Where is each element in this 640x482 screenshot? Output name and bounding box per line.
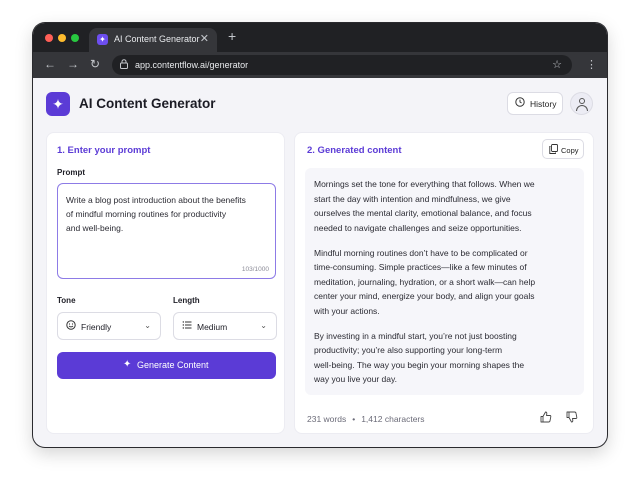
thumbs-up-icon[interactable]	[540, 411, 552, 426]
browser-toolbar: ← → ↻ app.contentflow.ai/generator ☆ ⋮	[33, 52, 607, 78]
tab-close-icon[interactable]: ✕	[200, 32, 209, 45]
text-line: By investing in a mindful start, you’re …	[314, 330, 517, 341]
generate-label: Generate Content	[137, 360, 209, 370]
length-select[interactable]: Medium ⌄	[173, 312, 277, 340]
chevron-down-icon: ⌄	[144, 321, 151, 330]
avatar[interactable]	[570, 92, 593, 115]
output-section-title: 2. Generated content	[307, 145, 402, 156]
text-line: needed to navigate challenges and seize …	[314, 222, 522, 233]
text-line: time-consuming. Simple practices—like a …	[314, 262, 527, 272]
kebab-menu-icon[interactable]: ⋮	[586, 58, 597, 71]
length-label: Length	[173, 296, 200, 305]
browser-window: ✦ AI Content Generator ✕ + ← → ↻ app.con…	[33, 23, 607, 447]
text-line: productivity; you’re also supporting you…	[314, 345, 503, 355]
tone-value: Friendly	[81, 322, 112, 332]
prompt-line: and well-being.	[66, 223, 124, 233]
star-icon[interactable]: ☆	[552, 58, 562, 71]
text-line: start the day with intention and mindful…	[314, 193, 511, 204]
tone-select[interactable]: Friendly ⌄	[57, 312, 161, 340]
text-line: ourselves the mental clarity, emotional …	[314, 208, 532, 218]
user-icon-body	[576, 105, 588, 111]
tab-bar: ✦ AI Content Generator ✕ +	[33, 23, 607, 52]
arrow-left-icon[interactable]: ←	[44, 57, 56, 71]
generated-content-box: Mornings set the tone for everything tha…	[305, 168, 584, 395]
character-count: 1,412 characters	[361, 414, 425, 424]
word-count: 231 words	[307, 414, 347, 424]
clock-icon	[515, 97, 525, 110]
user-icon	[579, 98, 585, 104]
thumbs-down-icon[interactable]	[566, 411, 578, 426]
text-line: Mindful morning routines don’t have to b…	[314, 247, 528, 258]
list-icon	[182, 320, 192, 333]
minimize-window-button[interactable]	[58, 34, 66, 42]
new-tab-button[interactable]: +	[228, 28, 236, 44]
lock-icon	[120, 59, 128, 71]
text-line: Mornings set the tone for everything tha…	[314, 179, 535, 189]
prompt-section-title: 1. Enter your prompt	[57, 145, 151, 156]
close-window-button[interactable]	[45, 34, 53, 42]
arrow-right-icon[interactable]: →	[67, 57, 79, 71]
tab-title: AI Content Generator	[114, 34, 200, 44]
text-line: way you live your day.	[314, 374, 397, 384]
prompt-char-count: 103/1000	[241, 266, 269, 273]
output-panel: 2. Generated content Copy Mornings set t…	[294, 132, 594, 434]
favicon-icon: ✦	[97, 34, 108, 45]
tone-label: Tone	[57, 296, 76, 305]
sparkle-icon: ✦	[46, 92, 70, 116]
history-button[interactable]: History	[507, 92, 563, 115]
browser-tab[interactable]: ✦ AI Content Generator ✕	[89, 28, 217, 52]
length-value: Medium	[197, 322, 228, 332]
paragraph: Mornings set the tone for everything tha…	[314, 177, 576, 235]
prompt-textarea[interactable]: Write a blog post introduction about the…	[57, 183, 276, 279]
text-line: meditation, journaling, hydration, or a …	[314, 276, 536, 287]
copy-label: Copy	[561, 146, 579, 155]
copy-button[interactable]: Copy	[542, 139, 584, 159]
app-header: ✦ AI Content Generator History	[33, 78, 607, 128]
smiley-icon	[66, 320, 76, 333]
generated-text: Mornings set the tone for everything tha…	[314, 177, 576, 397]
prompt-line: Write a blog post introduction about the…	[66, 195, 246, 205]
prompt-line: of mindful morning routines for producti…	[66, 209, 227, 219]
url-text: app.contentflow.ai/generator	[135, 60, 249, 70]
maximize-window-button[interactable]	[71, 34, 79, 42]
stats-separator: •	[352, 414, 356, 424]
sparkle-icon: ✦	[123, 359, 132, 370]
history-label: History	[530, 99, 557, 109]
text-line: with your actions.	[314, 305, 380, 316]
paragraph: Mindful morning routines don’t have to b…	[314, 246, 576, 319]
paragraph: By investing in a mindful start, you’re …	[314, 329, 576, 387]
prompt-text: Write a blog post introduction about the…	[66, 193, 266, 235]
content-stats: 231 words • 1,412 characters	[307, 414, 425, 424]
copy-icon	[549, 144, 558, 156]
page-title: AI Content Generator	[79, 96, 216, 111]
reload-icon[interactable]: ↻	[90, 57, 100, 71]
address-bar[interactable]: app.contentflow.ai/generator ☆	[112, 55, 572, 75]
text-line: center your mind, energize your body, an…	[314, 291, 535, 301]
generate-content-button[interactable]: ✦ Generate Content	[57, 352, 276, 379]
chevron-down-icon: ⌄	[260, 321, 267, 330]
text-line: well-being. The way you begin your morni…	[314, 359, 525, 370]
prompt-label: Prompt	[57, 168, 85, 177]
prompt-panel: 1. Enter your prompt Prompt Write a blog…	[46, 132, 285, 434]
